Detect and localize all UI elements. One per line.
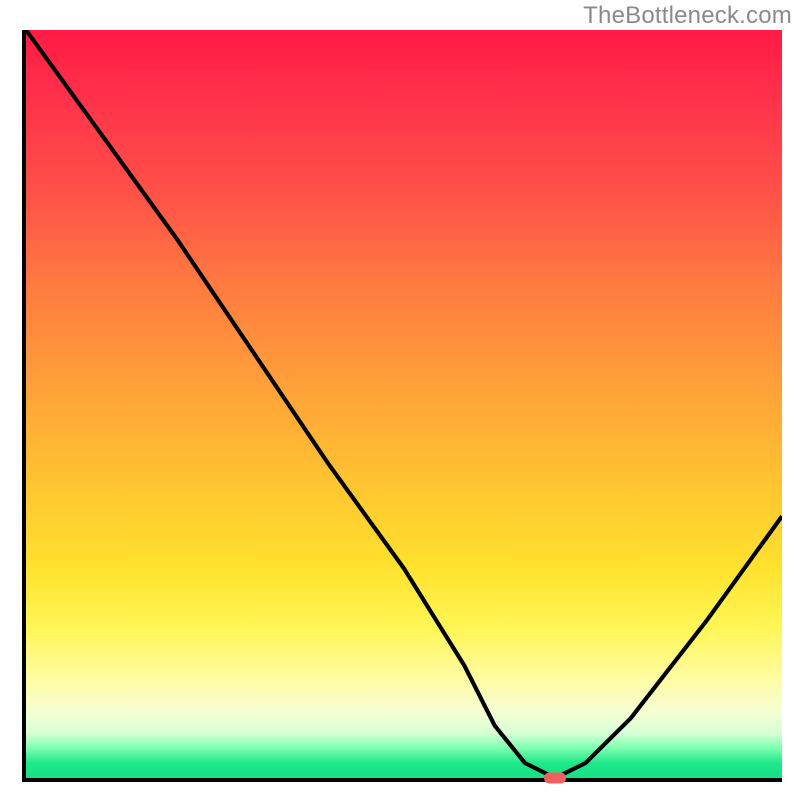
optimal-marker xyxy=(544,773,566,784)
plot-area xyxy=(22,30,782,782)
watermark-text: TheBottleneck.com xyxy=(583,2,792,30)
chart-root: TheBottleneck.com xyxy=(0,0,800,800)
bottleneck-curve xyxy=(26,30,782,778)
